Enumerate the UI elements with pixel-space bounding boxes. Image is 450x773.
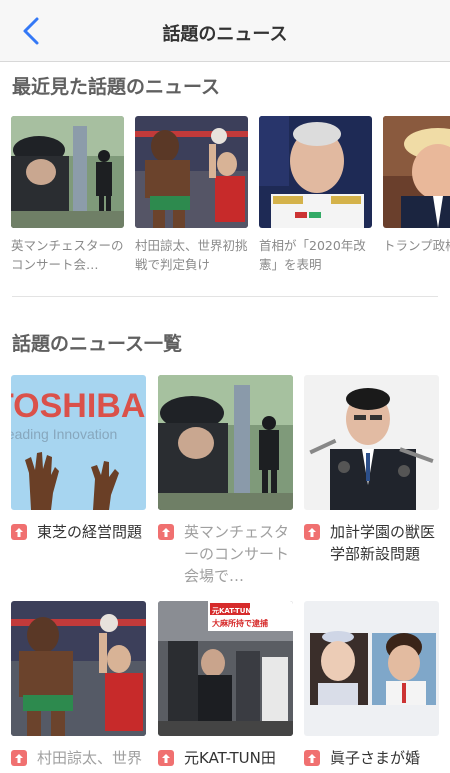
toshiba-logo-text: TOSHIBA <box>11 387 145 425</box>
news-thumbnail <box>158 375 293 510</box>
news-grid-card[interactable]: 村田諒太、世界 <box>11 601 146 769</box>
navigation-bar: 話題のニュース <box>0 0 450 62</box>
news-thumbnail <box>383 116 450 228</box>
recent-news-caption: 首相が「2020年改憲」を表明 <box>259 238 366 272</box>
kat-sub-text: 大麻所持で逮捕 <box>212 618 268 628</box>
news-grid-card[interactable]: 英マンチェスターのコンサート会場で… <box>158 375 293 587</box>
news-title: 英マンチェスターのコンサート会場で… <box>184 523 290 585</box>
news-grid-card[interactable]: 元KAT-TUN田中聖容疑者 大麻所持で逮捕 元KAT-TUN田 <box>158 601 293 769</box>
recent-news-card[interactable]: 首相が「2020年改憲」を表明 <box>259 116 372 274</box>
news-title: 東芝の経営問題 <box>37 523 143 541</box>
recent-news-caption: 英マンチェスターのコンサート会… <box>11 238 124 272</box>
news-thumbnail: TOSHIBA Leading Innovation <box>11 375 146 510</box>
trending-up-icon <box>158 524 174 540</box>
recent-news-carousel[interactable]: 英マンチェスターのコンサート会… 村田諒太、世界初挑戦で判定負け 首相が「202… <box>11 116 450 276</box>
toshiba-tagline-text: Leading Innovation <box>11 426 117 442</box>
news-grid-card[interactable]: 加計学園の獣医学部新設問題 <box>304 375 439 565</box>
trending-up-icon <box>158 750 174 766</box>
news-thumbnail <box>135 116 248 228</box>
news-thumbnail <box>304 375 439 510</box>
kat-headline-text: 元KAT-TUN田中聖容疑者 <box>212 606 293 615</box>
section-divider <box>12 296 438 297</box>
trending-up-icon <box>304 750 320 766</box>
recent-news-card[interactable]: トランプ政権 <box>383 116 450 274</box>
trending-up-icon <box>11 524 27 540</box>
news-thumbnail <box>259 116 372 228</box>
news-title: 眞子さまが婚 <box>330 749 421 767</box>
list-section-heading: 話題のニュース一覧 <box>12 333 183 355</box>
news-grid-card[interactable]: TOSHIBA Leading Innovation 東芝の経営問題 <box>11 375 146 543</box>
news-title: 元KAT-TUN田 <box>184 749 276 767</box>
news-thumbnail <box>304 601 439 736</box>
news-thumbnail: 元KAT-TUN田中聖容疑者 大麻所持で逮捕 <box>158 601 293 736</box>
recent-news-caption: 村田諒太、世界初挑戦で判定負け <box>135 238 248 272</box>
recent-news-card[interactable]: 村田諒太、世界初挑戦で判定負け <box>135 116 248 274</box>
recent-news-caption: トランプ政権 <box>383 238 450 253</box>
page-title: 話題のニュース <box>162 24 288 45</box>
news-grid-card[interactable]: 眞子さまが婚 <box>304 601 439 769</box>
recent-news-card[interactable]: 英マンチェスターのコンサート会… <box>11 116 124 274</box>
news-thumbnail <box>11 601 146 736</box>
news-thumbnail <box>11 116 124 228</box>
trending-up-icon <box>11 750 27 766</box>
trending-up-icon <box>304 524 320 540</box>
recent-section-heading: 最近見た話題のニュース <box>12 76 221 98</box>
news-title: 村田諒太、世界 <box>37 749 143 767</box>
news-title: 加計学園の獣医学部新設問題 <box>330 523 436 563</box>
